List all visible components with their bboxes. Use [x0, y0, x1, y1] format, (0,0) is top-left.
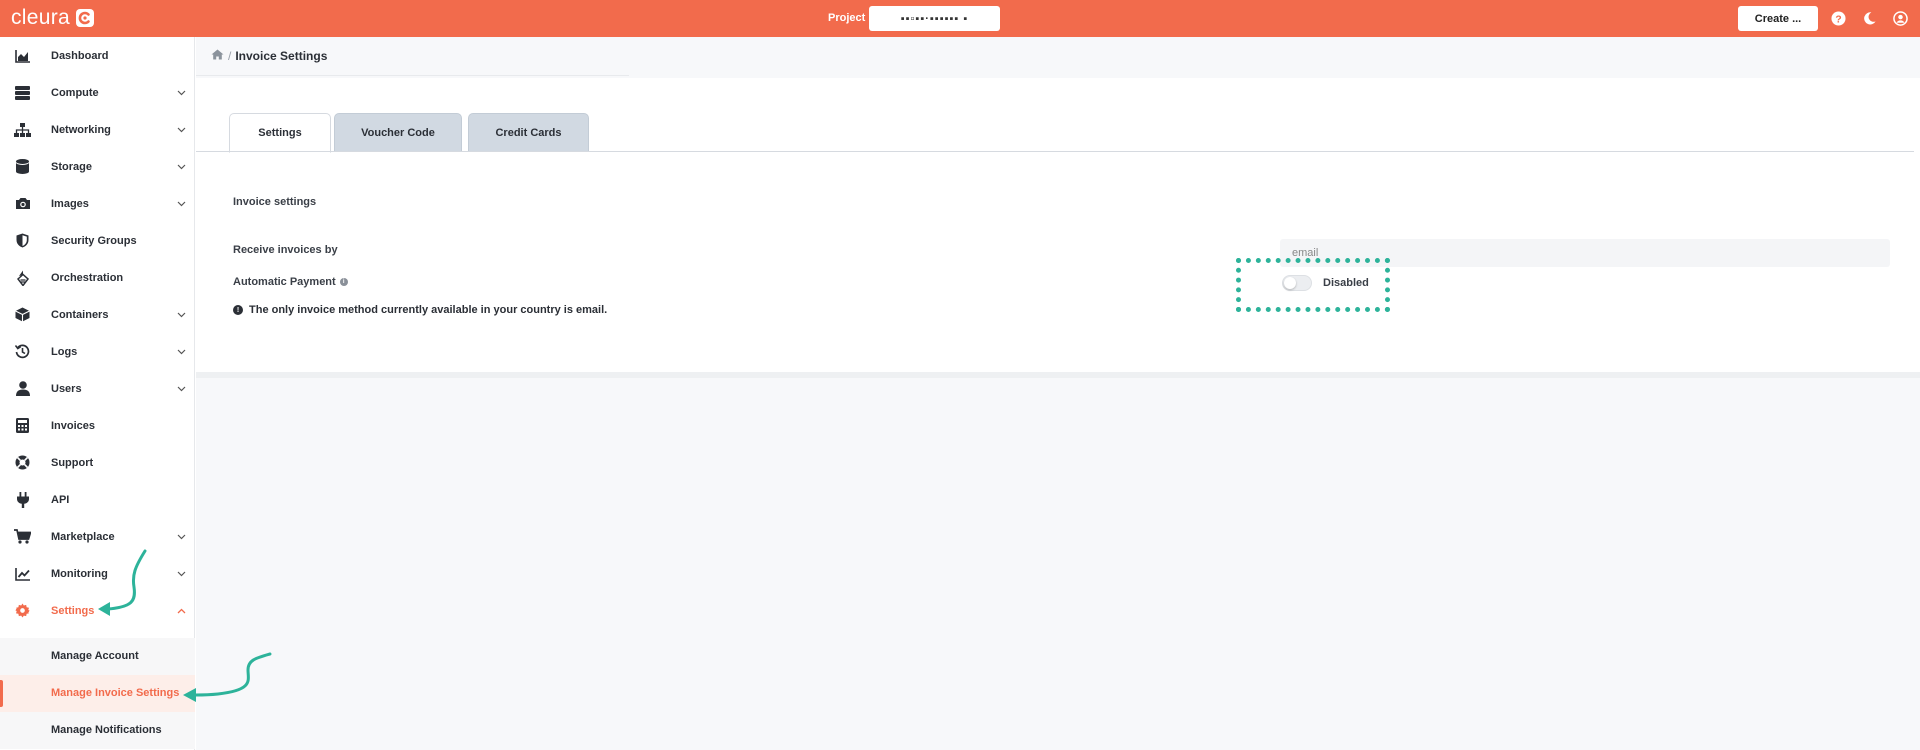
sidebar-item-label: Orchestration — [51, 271, 124, 284]
chevron-down-icon — [176, 310, 186, 320]
chevron-down-icon — [176, 125, 186, 135]
sidebar-item-label: Containers — [51, 308, 109, 321]
chevron-down-icon — [176, 569, 186, 579]
sidebar-item-security-groups[interactable]: Security Groups — [0, 222, 195, 259]
automatic-payment-label-text: Automatic Payment — [233, 276, 336, 288]
sidebar-item-label: Compute — [51, 86, 99, 99]
camera-icon — [14, 195, 31, 212]
brand-name: cleura — [11, 6, 70, 29]
sidebar-item-label: Users — [51, 382, 82, 395]
sidebar-item-api[interactable]: API — [0, 481, 195, 518]
sidebar-item-label: Security Groups — [51, 234, 137, 247]
sidebar-subitem-label: Manage Account — [51, 650, 139, 662]
card-bottom-border — [196, 372, 1920, 378]
chart-area-icon — [14, 47, 31, 64]
sidebar-item-label: API — [51, 493, 70, 506]
sidebar-item-compute[interactable]: Compute — [0, 74, 195, 111]
database-icon — [14, 158, 31, 175]
breadcrumb-separator: / — [228, 49, 232, 63]
sidebar-item-orchestration[interactable]: Orchestration — [0, 259, 195, 296]
breadcrumb-divider — [196, 75, 629, 76]
sidebar-item-label: Dashboard — [51, 49, 109, 62]
automatic-payment-label: Automatic Payment i — [233, 276, 348, 288]
invoice-method-notice: ! The only invoice method currently avai… — [233, 304, 607, 316]
sidebar-item-networking[interactable]: Networking — [0, 111, 195, 148]
server-icon — [14, 84, 31, 101]
sidebar: Dashboard Compute Networking Storage Ima… — [0, 37, 195, 750]
settings-card: Settings Voucher Code Credit Cards Invoi… — [196, 78, 1920, 372]
svg-text:?: ? — [1835, 14, 1841, 25]
page-title: Invoice Settings — [235, 49, 328, 63]
shield-icon — [14, 232, 31, 249]
user-icon[interactable] — [1893, 11, 1908, 26]
brand-logo[interactable]: cleura — [11, 6, 94, 30]
cube-icon — [14, 306, 31, 323]
sidebar-item-invoices[interactable]: Invoices — [0, 407, 195, 444]
breadcrumb: / Invoice Settings — [211, 49, 327, 63]
info-icon[interactable]: i — [339, 278, 348, 286]
home-icon[interactable] — [211, 49, 224, 63]
chevron-down-icon — [176, 384, 186, 394]
sidebar-subitem-label: Manage Notifications — [51, 724, 162, 736]
exclamation-circle-icon: ! — [233, 305, 243, 315]
sidebar-item-storage[interactable]: Storage — [0, 148, 195, 185]
top-bar: cleura Project ▪▪▫▪▪·▪▪▪▪▪▪ ▪ Create ...… — [0, 0, 1920, 37]
chevron-down-icon — [176, 532, 186, 542]
tab-divider — [196, 151, 1914, 152]
orchestration-icon — [14, 269, 31, 286]
create-button[interactable]: Create ... — [1738, 6, 1818, 31]
sidebar-subitem-manage-invoice-settings[interactable]: Manage Invoice Settings — [0, 675, 195, 712]
chevron-down-icon — [176, 347, 186, 357]
chevron-up-icon — [176, 606, 186, 616]
sidebar-item-label: Logs — [51, 345, 78, 358]
lifering-icon — [14, 454, 31, 471]
gear-icon — [14, 602, 31, 619]
receive-invoices-label: Receive invoices by — [233, 244, 338, 256]
section-title: Invoice settings — [233, 196, 317, 208]
sidebar-subitem-manage-account[interactable]: Manage Account — [0, 638, 195, 675]
sidebar-item-users[interactable]: Users — [0, 370, 195, 407]
calculator-icon — [14, 417, 31, 434]
cart-icon — [14, 528, 31, 545]
tab-settings[interactable]: Settings — [229, 113, 331, 153]
arrow-annotation-settings — [98, 549, 147, 616]
sidebar-item-label: Invoices — [51, 419, 96, 432]
chevron-down-icon — [176, 162, 186, 172]
sidebar-item-logs[interactable]: Logs — [0, 333, 195, 370]
tab-voucher-code[interactable]: Voucher Code — [334, 113, 462, 152]
chevron-down-icon — [176, 199, 186, 209]
sidebar-item-containers[interactable]: Containers — [0, 296, 195, 333]
sidebar-subitem-label: Manage Invoice Settings — [51, 687, 180, 699]
sidebar-item-label: Images — [51, 197, 89, 210]
sidebar-subitem-manage-notifications[interactable]: Manage Notifications — [0, 712, 195, 749]
sitemap-icon — [14, 121, 31, 138]
cleura-logo-icon — [76, 9, 94, 27]
sidebar-item-label: Storage — [51, 160, 92, 173]
plug-icon — [14, 491, 31, 508]
tab-credit-cards[interactable]: Credit Cards — [468, 113, 589, 152]
sidebar-item-dashboard[interactable]: Dashboard — [0, 37, 195, 74]
receive-invoices-label-text: Receive invoices by — [233, 244, 338, 256]
user-icon — [14, 380, 31, 397]
chart-line-icon — [14, 565, 31, 582]
sidebar-item-label: Support — [51, 456, 94, 469]
sidebar-item-label: Settings — [51, 604, 95, 617]
sidebar-item-label: Networking — [51, 123, 111, 136]
sidebar-item-label: Marketplace — [51, 530, 115, 543]
moon-icon[interactable] — [1862, 11, 1877, 26]
sidebar-item-support[interactable]: Support — [0, 444, 195, 481]
project-label: Project — [828, 12, 866, 24]
main-content: / Invoice Settings Settings Voucher Code… — [196, 37, 1920, 750]
history-icon — [14, 343, 31, 360]
project-selector[interactable]: ▪▪▫▪▪·▪▪▪▪▪▪ ▪ — [869, 6, 1000, 31]
help-icon[interactable]: ? — [1831, 11, 1846, 26]
chevron-down-icon — [176, 88, 186, 98]
notice-text: The only invoice method currently availa… — [249, 304, 608, 316]
sidebar-item-images[interactable]: Images — [0, 185, 195, 222]
highlight-box-annotation — [1236, 258, 1390, 312]
arrow-annotation-invoice-settings — [183, 652, 272, 702]
